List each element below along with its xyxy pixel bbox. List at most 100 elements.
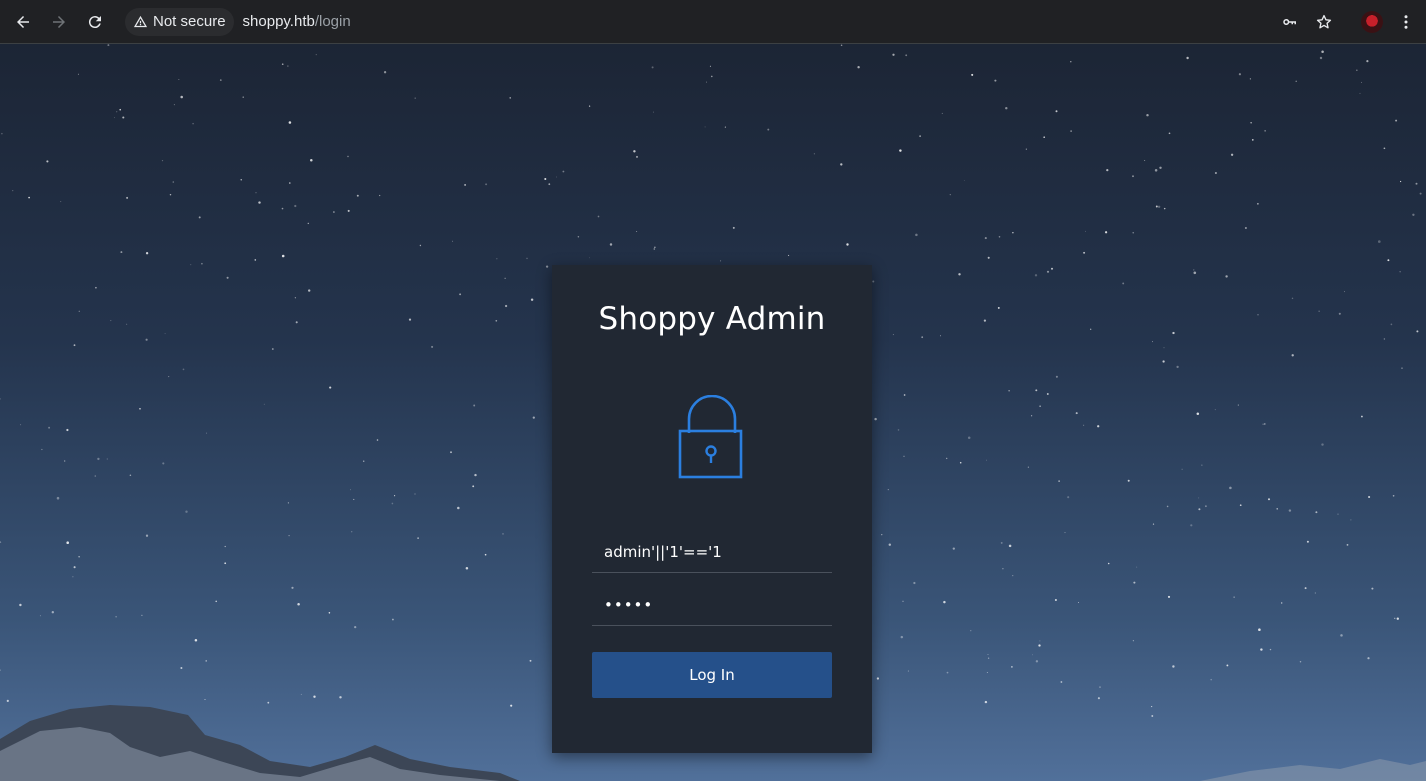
star (164, 333, 166, 335)
star (767, 128, 770, 131)
star (1172, 331, 1175, 335)
star (913, 581, 916, 585)
star (1144, 159, 1146, 161)
star (1229, 486, 1232, 490)
star (308, 289, 311, 292)
star (459, 293, 462, 296)
page-background: Shoppy Admin Log In (0, 44, 1426, 781)
password-input[interactable] (592, 586, 832, 624)
star (1281, 602, 1283, 604)
star (465, 566, 469, 570)
star (530, 298, 534, 301)
star (959, 461, 962, 464)
star (51, 611, 54, 614)
star (288, 534, 290, 537)
star (1359, 92, 1361, 94)
login-button[interactable]: Log In (592, 652, 832, 698)
star (1196, 412, 1200, 416)
star (1360, 415, 1363, 418)
star (963, 180, 965, 182)
star (997, 306, 1000, 309)
star (192, 122, 194, 125)
star (1152, 341, 1153, 343)
star (172, 181, 175, 183)
back-button[interactable] (5, 4, 41, 40)
reload-button[interactable] (77, 4, 113, 40)
browser-menu-button[interactable] (1392, 8, 1420, 36)
star (354, 625, 357, 629)
star (502, 533, 504, 535)
star (1032, 654, 1033, 656)
star (1064, 532, 1066, 534)
star (1346, 544, 1349, 546)
star (919, 135, 921, 137)
star (1315, 511, 1318, 514)
star (60, 201, 62, 203)
star (194, 639, 198, 642)
star (903, 394, 906, 396)
star (1304, 587, 1307, 590)
star (1258, 628, 1261, 631)
star (556, 176, 558, 178)
page-title: Shoppy Admin (598, 301, 826, 337)
star (1419, 192, 1422, 195)
username-input[interactable] (592, 533, 832, 571)
profile-button[interactable] (1358, 8, 1386, 36)
star (1168, 132, 1171, 135)
star (1008, 390, 1010, 392)
star (408, 318, 412, 321)
star (315, 54, 317, 56)
star (1366, 60, 1369, 63)
star (1198, 497, 1200, 499)
star (258, 201, 261, 204)
star (892, 334, 894, 336)
star (1083, 424, 1085, 426)
star (1288, 509, 1292, 512)
star (704, 126, 706, 128)
star (846, 243, 849, 246)
star (1008, 544, 1012, 548)
username-field[interactable] (592, 533, 832, 573)
star (1412, 213, 1415, 216)
star (1162, 360, 1165, 363)
star (949, 193, 951, 196)
star (162, 462, 165, 465)
star (967, 436, 971, 440)
star (1415, 182, 1418, 185)
star (1043, 136, 1046, 139)
star (226, 276, 229, 279)
star (1387, 259, 1390, 262)
address-bar[interactable]: Not secure shoppy.htb/login (125, 7, 351, 37)
star (1070, 130, 1072, 132)
security-indicator[interactable]: Not secure (125, 7, 234, 36)
star (1344, 291, 1345, 293)
password-field[interactable] (592, 586, 832, 626)
star (941, 112, 943, 114)
star (577, 236, 580, 238)
star (169, 193, 172, 196)
star (1257, 203, 1259, 205)
star (706, 81, 708, 83)
star (946, 457, 948, 460)
back-icon (17, 15, 29, 28)
star (987, 653, 989, 656)
password-manager-button[interactable] (1276, 8, 1304, 36)
star (1249, 78, 1252, 80)
star (1367, 657, 1370, 660)
star (1198, 508, 1201, 511)
star (888, 543, 891, 546)
star (145, 534, 149, 537)
star (1251, 139, 1254, 141)
star (1356, 69, 1358, 71)
bookmark-button[interactable] (1310, 8, 1338, 36)
star (1163, 207, 1166, 210)
star (281, 254, 285, 258)
url-text[interactable]: shoppy.htb/login (243, 13, 351, 30)
forward-button[interactable] (41, 4, 77, 40)
star (526, 257, 528, 260)
star (1394, 617, 1396, 619)
star (495, 319, 498, 322)
star (987, 657, 990, 659)
star (1264, 130, 1266, 132)
star (1204, 505, 1207, 508)
